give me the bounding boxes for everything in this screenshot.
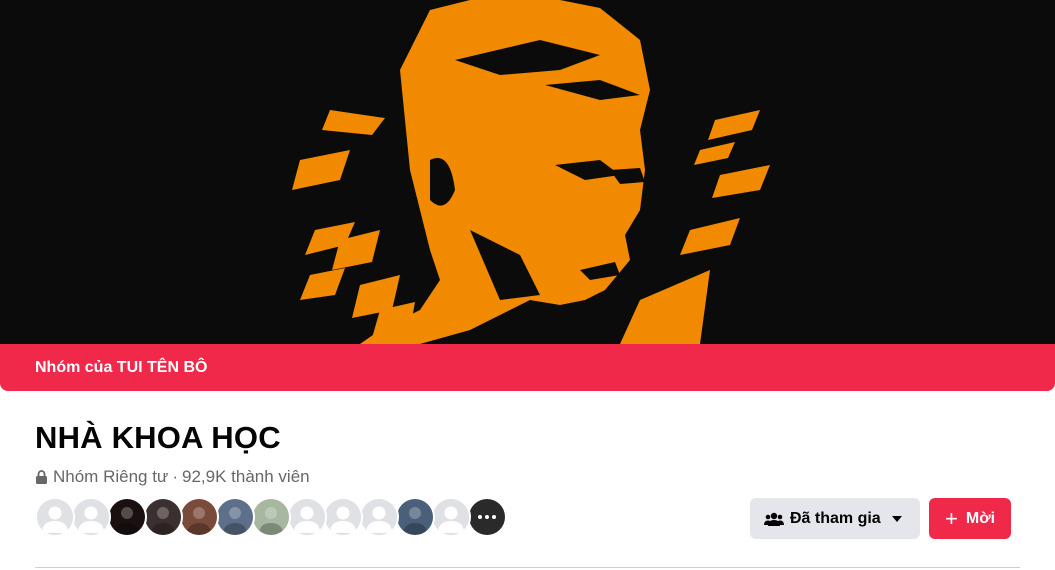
joined-button-label: Đã tham gia bbox=[790, 509, 881, 527]
member-avatar[interactable] bbox=[431, 497, 471, 537]
member-photo bbox=[145, 499, 181, 535]
invite-button-label: Mời bbox=[965, 509, 996, 527]
member-avatar[interactable] bbox=[251, 497, 291, 537]
group-owner-label[interactable]: Nhóm của TUI TÊN BÔ bbox=[35, 359, 207, 377]
default-avatar-icon bbox=[361, 499, 397, 535]
default-avatar-icon bbox=[73, 499, 109, 535]
group-cover-photo[interactable] bbox=[0, 0, 1055, 344]
member-avatar[interactable] bbox=[71, 497, 111, 537]
member-photo bbox=[217, 499, 253, 535]
member-avatar[interactable] bbox=[143, 497, 183, 537]
member-avatar[interactable] bbox=[467, 497, 507, 537]
member-avatar[interactable] bbox=[287, 497, 327, 537]
group-meta: Nhóm Riêng tư · 92,9K thành viên bbox=[35, 466, 310, 488]
member-avatar[interactable] bbox=[107, 497, 147, 537]
plus-icon: + bbox=[945, 505, 958, 531]
member-photo bbox=[181, 499, 217, 535]
group-name[interactable]: NHÀ KHOA HỌC bbox=[35, 420, 281, 456]
members-icon bbox=[764, 512, 784, 526]
member-avatar[interactable] bbox=[179, 497, 219, 537]
member-avatar-list bbox=[35, 497, 507, 537]
default-avatar-icon bbox=[433, 499, 469, 535]
member-avatar[interactable] bbox=[323, 497, 363, 537]
member-photo bbox=[109, 499, 145, 535]
member-photo bbox=[253, 499, 289, 535]
joined-button[interactable]: Đã tham gia bbox=[750, 498, 920, 539]
default-avatar-icon bbox=[325, 499, 361, 535]
invite-button[interactable]: + Mời bbox=[929, 498, 1011, 539]
group-owner-bar[interactable]: Nhóm của TUI TÊN BÔ bbox=[0, 344, 1055, 391]
member-avatar[interactable] bbox=[395, 497, 435, 537]
meta-separator: · bbox=[172, 467, 178, 486]
more-members-icon bbox=[469, 499, 505, 535]
group-privacy[interactable]: Nhóm Riêng tư bbox=[53, 467, 168, 487]
default-avatar-icon bbox=[289, 499, 325, 535]
caret-down-icon bbox=[891, 515, 902, 522]
member-photo bbox=[397, 499, 433, 535]
member-avatar[interactable] bbox=[215, 497, 255, 537]
member-avatar[interactable] bbox=[359, 497, 399, 537]
header-divider bbox=[35, 567, 1020, 568]
default-avatar-icon bbox=[37, 499, 73, 535]
cover-illustration bbox=[292, 0, 770, 344]
group-member-count[interactable]: 92,9K thành viên bbox=[182, 467, 310, 487]
lock-icon bbox=[36, 470, 47, 484]
member-avatar[interactable] bbox=[35, 497, 75, 537]
